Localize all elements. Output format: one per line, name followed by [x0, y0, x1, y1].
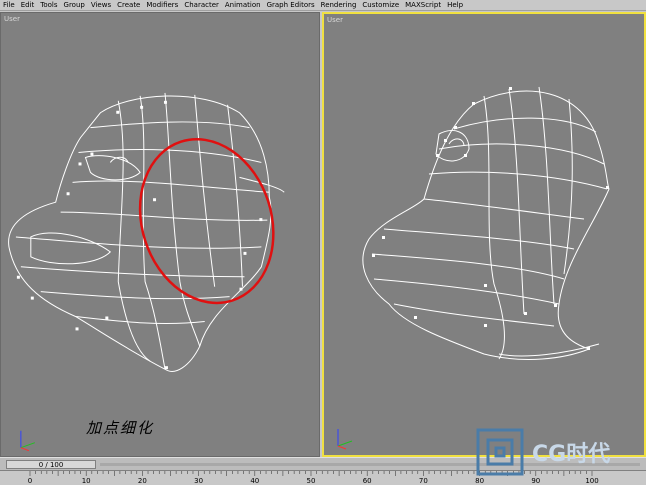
cg-logo-icon — [476, 428, 524, 476]
right-wireframe — [337, 86, 610, 450]
watermark: CG时代 — [470, 424, 640, 480]
ruler-label: 0 — [27, 477, 33, 485]
menu-item-graph-editors[interactable]: Graph Editors — [267, 0, 315, 11]
menu-item-views[interactable]: Views — [91, 0, 111, 11]
menu-item-help[interactable]: Help — [447, 0, 463, 11]
time-slider[interactable]: 0 / 100 — [6, 460, 96, 469]
ruler-label: 30 — [194, 477, 204, 485]
menu-item-tools[interactable]: Tools — [40, 0, 57, 11]
menu-item-create[interactable]: Create — [117, 0, 140, 11]
ruler-label: 10 — [81, 477, 91, 485]
ruler-label: 60 — [362, 477, 372, 485]
axis-icon-left — [20, 430, 35, 452]
menu-item-character[interactable]: Character — [184, 0, 219, 11]
menu-item-group[interactable]: Group — [64, 0, 85, 11]
menu-item-edit[interactable]: Edit — [21, 0, 35, 11]
ruler-label: 50 — [306, 477, 316, 485]
axis-icon-right — [337, 429, 353, 450]
ruler-label: 70 — [418, 477, 428, 485]
menu-item-customize[interactable]: Customize — [362, 0, 399, 11]
menu-bar: File Edit Tools Group Views Create Modifiers Ch… — [0, 0, 646, 11]
menu-item-modifiers[interactable]: Modifiers — [146, 0, 178, 11]
ruler-label: 40 — [250, 477, 260, 485]
menu-item-maxscript[interactable]: MAXScript — [405, 0, 441, 11]
ruler-label: 20 — [137, 477, 147, 485]
left-wireframe — [8, 92, 285, 452]
viewport-left[interactable]: User — [0, 12, 320, 457]
menu-item-file[interactable]: File — [3, 0, 15, 11]
menu-item-animation[interactable]: Animation — [225, 0, 261, 11]
menu-item-rendering[interactable]: Rendering — [321, 0, 357, 11]
caption-text: 加点细化 — [86, 419, 155, 437]
watermark-text: CG时代 — [532, 442, 611, 467]
viewport-right[interactable]: User — [322, 12, 646, 457]
